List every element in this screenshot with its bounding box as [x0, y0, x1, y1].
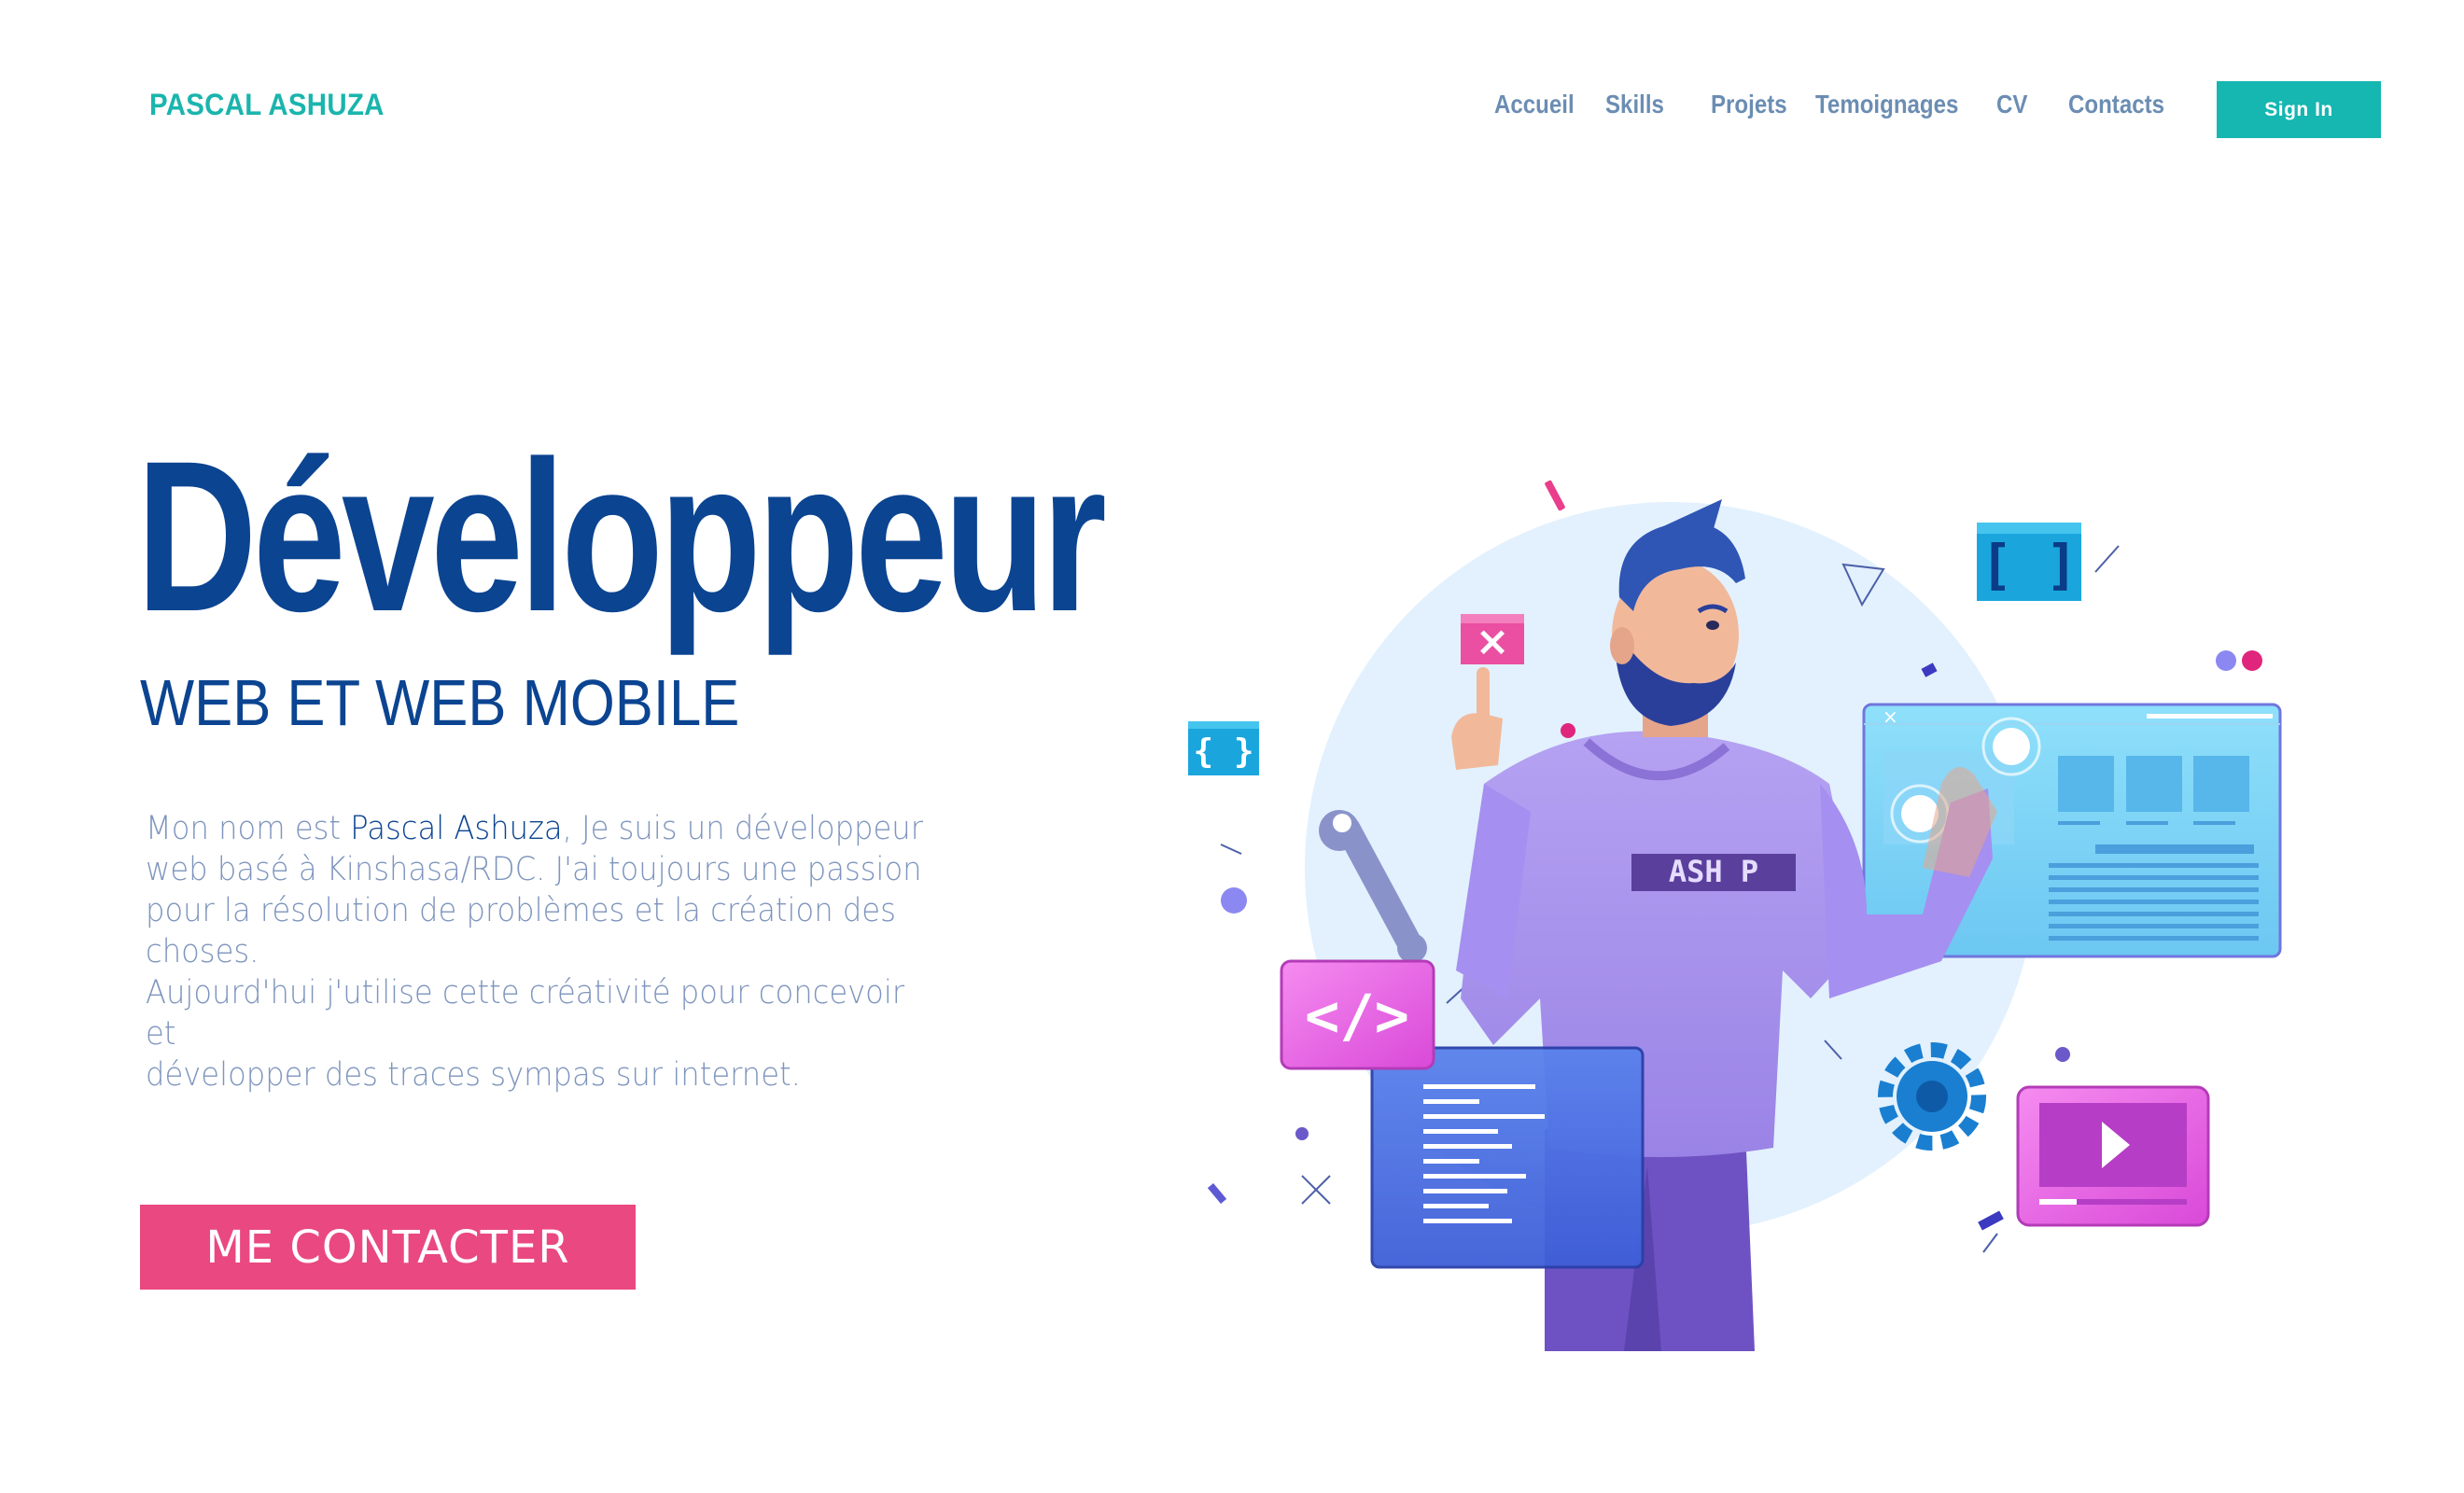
video-player — [2016, 1085, 2210, 1227]
code-icon: </> — [1280, 959, 1435, 1070]
hero-title: Développeur — [136, 416, 1107, 656]
svg-text:</>: </> — [1305, 982, 1409, 1050]
gear-icon — [1878, 1042, 1986, 1151]
intro-line-1: , Je suis un développeur — [562, 810, 923, 847]
brackets-small-icon: { } — [1188, 721, 1259, 775]
svg-text:[ ]: [ ] — [1981, 533, 2079, 596]
nav-link-skills[interactable]: Skills — [1605, 90, 1664, 119]
svg-text:×: × — [1476, 618, 1510, 665]
shirt-text: ASH P — [1669, 854, 1758, 889]
main-nav: Accueil Skills Projets Temoignages CV Co… — [0, 90, 2464, 127]
hero-subtitle: WEB ET WEB MOBILE — [140, 666, 740, 739]
svg-text:×: × — [1883, 705, 1898, 728]
contact-button[interactable]: ME CONTACTER — [140, 1205, 636, 1290]
close-icon: × — [1461, 614, 1524, 665]
nav-link-projets[interactable]: Projets — [1711, 90, 1787, 119]
sign-in-button[interactable]: Sign In — [2217, 81, 2381, 138]
intro-line-5: Aujourd'hui j'utilise cette créativité p… — [146, 974, 905, 1053]
code-panel — [1370, 1046, 1645, 1269]
intro-line-6: développer des traces sympas sur interne… — [146, 1056, 801, 1094]
intro-line-3: pour la résolution de problèmes et la cr… — [146, 892, 896, 929]
svg-text:{ }: { } — [1193, 733, 1253, 771]
intro-prefix: Mon nom est — [146, 810, 351, 847]
intro-paragraph: Mon nom est Pascal Ashuza, Je suis un dé… — [146, 808, 945, 1095]
intro-name: Pascal Ashuza — [350, 810, 563, 847]
nav-link-accueil[interactable]: Accueil — [1494, 90, 1575, 119]
developer-illustration: [ ] { } × ASH P × </> — [1188, 480, 2282, 1351]
brackets-icon: [ ] — [1977, 523, 2081, 601]
nav-link-temoignages[interactable]: Temoignages — [1815, 90, 1958, 119]
nav-link-cv[interactable]: CV — [1996, 90, 2027, 119]
nav-link-contacts[interactable]: Contacts — [2068, 90, 2164, 119]
intro-line-2: web basé à Kinshasa/RDC. J'ai toujours u… — [146, 851, 922, 888]
intro-line-4: choses. — [146, 933, 259, 970]
